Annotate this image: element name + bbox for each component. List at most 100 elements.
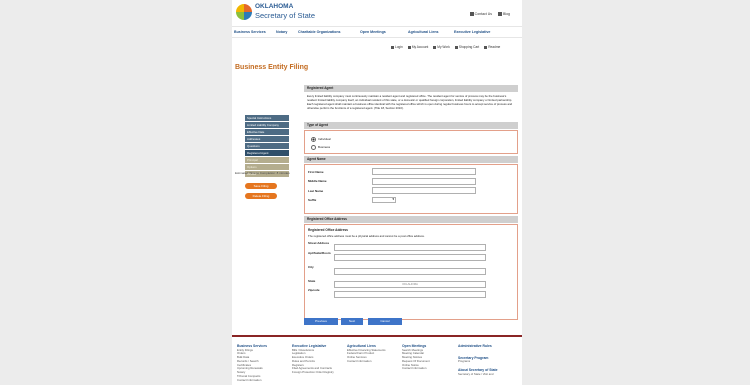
footer-link[interactable]: Programs: [458, 359, 498, 364]
top-links: Contact Us Blog: [469, 12, 510, 16]
utility-bar: Login My Account My Work Shopping Cart R…: [391, 45, 500, 49]
agent-type-box: Individual Business: [304, 130, 518, 154]
suffix-label: Suffix: [308, 198, 317, 203]
filing-form: Registered Agent Every limited liability…: [304, 85, 518, 325]
account-link[interactable]: My Account: [407, 45, 429, 49]
nav-executive-legislative[interactable]: Executive Legislative: [454, 30, 504, 34]
page: OKLAHOMA Secretary of State Contact Us B…: [232, 0, 522, 383]
save-filing-button[interactable]: Save Filing: [245, 183, 277, 189]
apt-label: Apt/Suite/Room: [308, 251, 331, 255]
first-name-input[interactable]: [372, 168, 476, 176]
nav-agricultural-liens[interactable]: Agricultural Liens: [408, 30, 454, 34]
street-input[interactable]: [334, 244, 486, 251]
side-item-llc[interactable]: Limited Liability Company: [245, 122, 289, 129]
office-box: Registered Office Address The registered…: [304, 224, 518, 320]
footer-link[interactable]: Secretary of State / Visit and: [458, 372, 498, 377]
city-label: City: [308, 265, 314, 269]
city-row: City: [305, 261, 517, 275]
logo-text[interactable]: OKLAHOMA Secretary of State: [255, 3, 316, 20]
suffix-select[interactable]: [372, 197, 396, 204]
oklahoma-logo-icon[interactable]: [236, 4, 252, 20]
nav-notary[interactable]: Notary: [276, 30, 298, 34]
cancel-button[interactable]: Cancel: [368, 318, 402, 325]
side-item-registered-agent[interactable]: Registered Agent: [245, 150, 289, 157]
blog-label: Blog: [502, 12, 510, 16]
apt-row: Apt/Suite/Room: [305, 251, 517, 261]
footer-link[interactable]: Contact Information: [237, 378, 267, 383]
agent-name-header: Agent Name: [304, 156, 518, 163]
first-name-row: First Name: [305, 167, 517, 177]
footer-link[interactable]: Foreign Protection Order Registry: [292, 370, 334, 375]
side-item-special[interactable]: Special Instructions: [245, 115, 289, 122]
last-name-label: Last Name: [308, 188, 324, 193]
city-input[interactable]: [334, 268, 486, 275]
radio-unselected-icon[interactable]: [311, 144, 316, 150]
footer-col-agricultural: Agricultural Liens Effective Financing S…: [347, 344, 386, 364]
contact-link[interactable]: Contact Us: [469, 12, 492, 16]
nav-open-meetings[interactable]: Open Meetings: [360, 30, 408, 34]
radio-individual[interactable]: Individual: [305, 135, 517, 143]
state-label: State: [308, 279, 316, 283]
street-row: Street Address: [305, 241, 517, 251]
last-name-input[interactable]: [372, 187, 476, 195]
logo-line2: Secretary of State: [255, 10, 316, 20]
main-nav: Business Services Notary Charitable Orga…: [232, 26, 522, 38]
readme-label: Readme: [488, 45, 501, 49]
footer-link[interactable]: Contact Information: [402, 367, 430, 371]
account-label: My Account: [411, 45, 429, 49]
readme-link[interactable]: Readme: [484, 45, 500, 49]
radio-selected-icon[interactable]: [311, 136, 316, 142]
state-row: State OKLAHOMA: [305, 275, 517, 288]
readme-icon: [484, 45, 488, 49]
middle-name-input[interactable]: [372, 177, 476, 185]
suffix-row: Suffix: [305, 196, 517, 206]
footer-col-business: Business Services Entity Filings Orders …: [237, 344, 267, 382]
previous-button[interactable]: Previous: [304, 318, 338, 325]
login-link[interactable]: Login: [391, 45, 403, 49]
last-name-row: Last Name: [305, 186, 517, 196]
zip-input[interactable]: [334, 291, 486, 298]
cart-link[interactable]: Shopping Cart: [454, 45, 480, 49]
street-label: Street Address: [308, 241, 330, 245]
radio-individual-label: Individual: [318, 137, 331, 141]
middle-name-row: Middle Name: [305, 177, 517, 187]
apt-input[interactable]: [334, 254, 486, 261]
header: OKLAHOMA Secretary of State Contact Us B…: [232, 0, 522, 26]
completion-note: Estimated Time to Completion: 8 minutes: [235, 171, 290, 175]
account-icon: [407, 45, 411, 49]
mail-icon: [469, 12, 474, 16]
side-nav: Special Instructions Limited Liability C…: [245, 115, 289, 178]
work-icon: [433, 45, 437, 49]
login-icon: [391, 45, 394, 49]
side-item-questions[interactable]: Questions: [245, 143, 289, 150]
radio-business-label: Business: [318, 145, 331, 149]
footer-link[interactable]: Contact Information: [347, 359, 386, 364]
footer-admin-heading[interactable]: Administrative Rules: [458, 344, 498, 349]
delete-filing-button[interactable]: Delete Filing: [245, 193, 277, 199]
rss-icon: [497, 12, 502, 16]
radio-business[interactable]: Business: [305, 143, 517, 151]
work-link[interactable]: My Work: [433, 45, 450, 49]
nav-charitable[interactable]: Charitable Organizations: [298, 30, 360, 34]
logo-line1: OKLAHOMA: [255, 3, 294, 10]
footer-col-executive: Executive Legislative Bills / Resolution…: [292, 344, 334, 375]
side-item-effective[interactable]: Effective Date: [245, 129, 289, 136]
footer-col-meetings: Open Meetings Search Meetings Meeting Ca…: [402, 344, 430, 371]
side-item-options: Options: [245, 164, 289, 171]
middle-name-label: Middle Name: [308, 179, 327, 184]
nav-business-services[interactable]: Business Services: [234, 30, 276, 34]
first-name-label: First Name: [308, 169, 324, 174]
cart-label: Shopping Cart: [458, 45, 480, 49]
footer: Business Services Entity Filings Orders …: [232, 335, 522, 385]
agent-type-header: Type of Agent: [304, 122, 518, 129]
blog-link[interactable]: Blog: [497, 12, 510, 16]
form-buttons: Previous Next Cancel: [304, 318, 402, 325]
page-title: Business Entity Filing: [235, 64, 309, 71]
side-item-principal: Principal: [245, 157, 289, 164]
side-item-addresses[interactable]: Addresses: [245, 136, 289, 143]
state-select[interactable]: OKLAHOMA: [334, 281, 486, 288]
work-label: My Work: [437, 45, 450, 49]
next-button[interactable]: Next: [341, 318, 363, 325]
registered-agent-intro: Every limited liability company must con…: [307, 94, 513, 111]
contact-label: Contact Us: [474, 12, 492, 16]
